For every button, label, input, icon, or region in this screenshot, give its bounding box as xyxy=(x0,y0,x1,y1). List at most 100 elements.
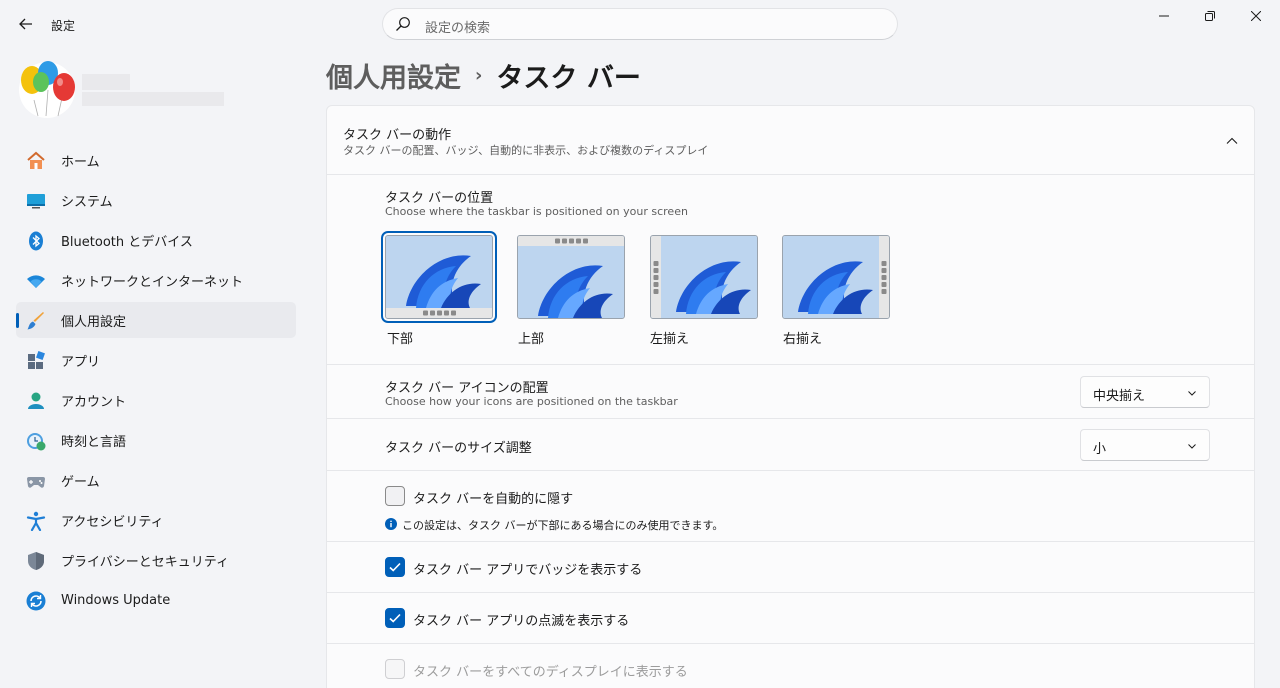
close-icon xyxy=(1251,11,1261,21)
taskbar-behavior-card: タスク バーの動作 タスク バーの配置、バッジ、自動的に非表示、および複数のディ… xyxy=(326,105,1255,688)
sidebar-item-privacy[interactable]: プライバシーとセキュリティ xyxy=(16,542,296,578)
search-icon xyxy=(396,17,410,31)
wallpaper-bloom-icon xyxy=(651,236,757,318)
gamepad-icon xyxy=(27,477,45,488)
accessibility-icon xyxy=(26,511,46,531)
sidebar-item-accounts[interactable]: アカウント xyxy=(16,382,296,418)
home-icon xyxy=(27,151,45,169)
close-button[interactable] xyxy=(1233,0,1279,32)
wallpaper-bloom-icon xyxy=(386,236,492,318)
wallpaper-bloom-icon xyxy=(783,236,889,318)
all-displays-checkbox[interactable] xyxy=(385,659,405,679)
sidebar-item-home[interactable]: ホーム xyxy=(16,142,296,178)
icon-alignment-row: タスク バー アイコンの配置 Choose how your icons are… xyxy=(327,365,1254,419)
arrow-left-icon xyxy=(19,18,32,30)
setting-title: タスク バーのサイズ調整 xyxy=(385,441,532,456)
breadcrumb-separator: › xyxy=(475,65,483,86)
app-title: 設定 xyxy=(51,19,76,33)
position-option-label: 上部 xyxy=(518,332,545,347)
system-icon xyxy=(27,194,45,209)
time-language-icon xyxy=(27,433,46,451)
apps-icon xyxy=(28,351,45,369)
badges-row: タスク バー アプリでバッジを表示する xyxy=(327,542,1254,593)
info-note: この設定は、タスク バーが下部にある場合にのみ使用できます。 xyxy=(402,519,724,532)
setting-subtitle: Choose where the taskbar is positioned o… xyxy=(385,205,688,218)
wifi-icon xyxy=(27,275,45,288)
setting-title: タスク バー アイコンの配置 xyxy=(385,381,549,396)
checkbox-label: タスク バーをすべてのディスプレイに表示する xyxy=(413,665,688,680)
account-icon xyxy=(28,392,44,409)
sidebar-item-label: アプリ xyxy=(61,354,101,370)
sidebar-item-gaming[interactable]: ゲーム xyxy=(16,462,296,498)
bluetooth-icon xyxy=(29,231,43,251)
position-option-label: 左揃え xyxy=(650,332,690,347)
minimize-icon xyxy=(1159,15,1169,17)
setting-title: タスク バーの位置 xyxy=(385,191,494,206)
restore-button[interactable] xyxy=(1187,0,1233,32)
checkbox-label[interactable]: タスク バー アプリでバッジを表示する xyxy=(413,559,642,578)
sidebar-item-personalization[interactable]: 個人用設定 xyxy=(16,302,296,338)
position-option-right[interactable] xyxy=(782,235,890,319)
title-bar: 設定 設定の検索 xyxy=(0,0,1280,48)
avatar[interactable] xyxy=(16,60,78,118)
chevron-up-icon[interactable] xyxy=(1224,133,1240,149)
flashing-row: タスク バー アプリの点滅を表示する xyxy=(327,593,1254,644)
sidebar-item-label: 個人用設定 xyxy=(61,314,127,330)
breadcrumb-parent[interactable]: 個人用設定 xyxy=(326,56,461,95)
info-icon xyxy=(385,518,397,530)
position-option-top[interactable] xyxy=(517,235,625,319)
wallpaper-bloom-icon xyxy=(518,236,624,318)
sidebar-item-network[interactable]: ネットワークとインターネット xyxy=(16,262,296,298)
checkbox-label[interactable]: タスク バー アプリの点滅を表示する xyxy=(413,610,629,629)
page-title: タスク バー xyxy=(496,63,641,94)
chevron-down-icon xyxy=(1188,444,1196,449)
section-title: タスク バーの動作 xyxy=(343,128,452,143)
sidebar-item-label: システム xyxy=(61,194,113,210)
sidebar-item-apps[interactable]: アプリ xyxy=(16,342,296,378)
dropdown-value: 中央揃え xyxy=(1093,389,1146,404)
section-subtitle: タスク バーの配置、バッジ、自動的に非表示、および複数のディスプレイ xyxy=(343,144,709,157)
all-displays-row: タスク バーをすべてのディスプレイに表示する xyxy=(327,644,1254,688)
back-button[interactable] xyxy=(12,10,40,38)
sidebar-item-label: プライバシーとセキュリティ xyxy=(61,554,229,570)
position-option-label: 右揃え xyxy=(783,332,823,347)
autohide-row: タスク バーを自動的に隠す この設定は、タスク バーが下部にある場合にのみ使用で… xyxy=(327,471,1254,542)
position-option-bottom[interactable] xyxy=(381,231,497,323)
sidebar-item-label: Windows Update xyxy=(61,592,171,608)
sidebar-item-windows-update[interactable]: Windows Update xyxy=(16,582,296,618)
sidebar-item-bluetooth[interactable]: Bluetooth とデバイス xyxy=(16,222,296,258)
chevron-down-icon xyxy=(1188,391,1196,396)
icon-alignment-dropdown[interactable]: 中央揃え xyxy=(1080,376,1210,408)
update-icon xyxy=(26,591,46,611)
sidebar-item-label: ネットワークとインターネット xyxy=(61,274,244,290)
position-option-label: 下部 xyxy=(387,332,414,347)
flashing-checkbox[interactable] xyxy=(385,608,405,628)
autohide-checkbox[interactable] xyxy=(385,486,405,506)
shield-icon xyxy=(28,552,44,570)
breadcrumb: 個人用設定 › タスク バー xyxy=(326,56,641,95)
taskbar-size-row: タスク バーのサイズ調整 小 xyxy=(327,419,1254,471)
sidebar-item-time-language[interactable]: 時刻と言語 xyxy=(16,422,296,458)
checkbox-label[interactable]: タスク バーを自動的に隠す xyxy=(413,488,573,507)
badges-checkbox[interactable] xyxy=(385,557,405,577)
sidebar-item-accessibility[interactable]: アクセシビリティ xyxy=(16,502,296,538)
checkmark-icon xyxy=(389,562,401,572)
taskbar-behavior-header[interactable]: タスク バーの動作 タスク バーの配置、バッジ、自動的に非表示、および複数のディ… xyxy=(327,106,1254,175)
taskbar-size-dropdown[interactable]: 小 xyxy=(1080,429,1210,461)
checkmark-icon xyxy=(389,613,401,623)
sidebar-item-label: 時刻と言語 xyxy=(61,434,127,450)
dropdown-value: 小 xyxy=(1093,442,1107,457)
sidebar-item-label: ホーム xyxy=(61,154,100,170)
sidebar-item-system[interactable]: システム xyxy=(16,182,296,218)
brush-icon xyxy=(27,312,44,330)
search-placeholder: 設定の検索 xyxy=(425,21,491,36)
search-box[interactable]: 設定の検索 xyxy=(382,8,898,40)
sidebar-item-label: アカウント xyxy=(61,394,127,410)
sidebar-nav: ホーム システム Bluetooth とデバイス ネットワークとインターネット … xyxy=(16,142,296,622)
position-option-left[interactable] xyxy=(650,235,758,319)
restore-icon xyxy=(1205,11,1215,21)
sidebar-item-label: アクセシビリティ xyxy=(61,514,164,530)
minimize-button[interactable] xyxy=(1141,0,1187,32)
sidebar-item-label: Bluetooth とデバイス xyxy=(61,234,193,250)
sidebar-item-label: ゲーム xyxy=(61,474,100,490)
